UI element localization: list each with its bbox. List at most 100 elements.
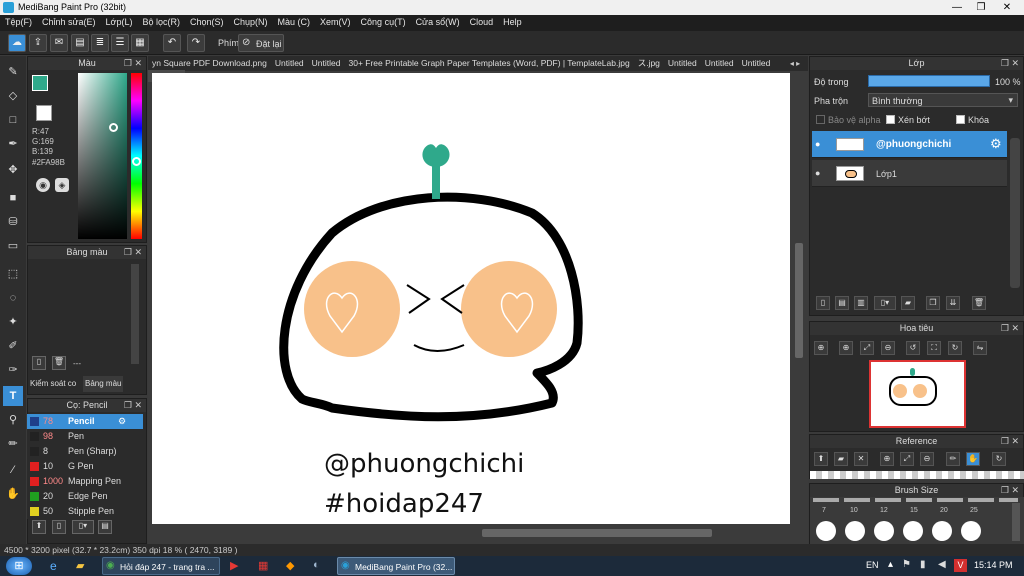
cloud-icon[interactable]: ☁ (8, 34, 26, 52)
menu-select[interactable]: Chọn(S) (185, 15, 229, 29)
ie-icon[interactable]: e (50, 559, 57, 573)
layer-scrollbar[interactable] (1010, 138, 1020, 288)
brush-size-option[interactable] (845, 521, 865, 541)
flag-icon[interactable]: ⚑ (902, 559, 911, 570)
palette-scrollbar[interactable] (131, 264, 139, 364)
list-icon[interactable]: ☰ (111, 34, 129, 52)
divide-tool-icon[interactable]: ⚲ (3, 410, 23, 430)
new-halftone-layer-icon[interactable]: ▤ (835, 296, 849, 310)
tab-doc-5[interactable]: ス.jpg (634, 56, 664, 70)
folder-icon[interactable]: ▰ (901, 296, 915, 310)
menu-edit[interactable]: Chỉnh sửa(E) (37, 15, 101, 29)
menu-help[interactable]: Help (498, 15, 527, 29)
zoom-out-icon[interactable]: ⊖ (881, 341, 895, 355)
menu-capture[interactable]: Chụp(N) (229, 15, 273, 29)
trash-icon[interactable]: 🗑 (972, 296, 986, 310)
gear-icon[interactable]: ⚙ (118, 414, 126, 429)
new-layer-icon[interactable]: ▯ (816, 296, 830, 310)
horizontal-scroll-thumb[interactable] (482, 529, 712, 537)
reference-open-icon[interactable]: ▰ (834, 452, 848, 466)
actual-size-icon[interactable]: ⛶ (927, 341, 941, 355)
new-brush-icon[interactable]: ▯ (52, 520, 66, 534)
document-icon[interactable]: ≣ (91, 34, 109, 52)
blend-select[interactable]: Bình thường ▾ (868, 93, 1018, 107)
brush-size-option[interactable] (816, 521, 836, 541)
horizontal-scrollbar[interactable] (152, 527, 790, 539)
grid-icon[interactable]: ▦ (131, 34, 149, 52)
hand-tool-icon[interactable]: ✋ (3, 484, 23, 504)
vertical-scroll-thumb[interactable] (795, 243, 803, 358)
navigator-preview[interactable] (869, 360, 966, 428)
tab-doc-1[interactable]: yn Square PDF Download.png (148, 57, 271, 69)
start-button[interactable]: ⊞ (6, 557, 32, 575)
fill-rect-tool-icon[interactable]: ■ (3, 188, 23, 208)
menu-window[interactable]: Cửa sổ(W) (411, 15, 465, 29)
select-eraser-tool-icon[interactable]: ✑ (3, 360, 23, 380)
menu-cloud[interactable]: Cloud (465, 15, 499, 29)
menu-view[interactable]: Xem(V) (315, 15, 356, 29)
primary-color-swatch[interactable] (32, 75, 48, 91)
brush-size-option[interactable] (932, 521, 952, 541)
color-picker-icon[interactable]: ◈ (55, 178, 69, 192)
rotate-right-icon[interactable]: ↻ (948, 341, 962, 355)
language-indicator[interactable]: EN (866, 560, 879, 570)
add-brush-icon[interactable]: ⬆ (32, 520, 46, 534)
bucket-tool-icon[interactable]: ⛁ (3, 212, 23, 232)
menu-color[interactable]: Màu (C) (273, 15, 316, 29)
brush-size-scrollbar[interactable] (1012, 503, 1020, 541)
pen-tool-icon[interactable]: ✒ (3, 134, 23, 154)
lasso-tool-icon[interactable]: ◌ (3, 288, 23, 308)
eye-icon[interactable]: ● (815, 168, 820, 178)
opacity-slider[interactable] (868, 75, 990, 87)
layer-item-lop1[interactable]: ● Lớp1 (812, 160, 1007, 187)
menu-file[interactable]: Tệp(F) (0, 15, 37, 29)
upload-icon[interactable]: ⇪ (29, 34, 47, 52)
select-tool-icon[interactable]: ⬚ (3, 264, 23, 284)
reference-eyedropper-icon[interactable]: ✏ (946, 452, 960, 466)
brush-item[interactable]: 98 Pen (27, 429, 143, 444)
eraser-tool-icon[interactable]: ◇ (3, 86, 23, 106)
menu-layer[interactable]: Lớp(L) (101, 15, 138, 29)
tab-doc-3[interactable]: Untitled (308, 57, 345, 69)
eye-icon[interactable]: ● (815, 139, 820, 149)
tab-doc-8[interactable]: Untitled (738, 57, 775, 69)
tab-doc-2[interactable]: Untitled (271, 57, 308, 69)
eyedropper-tool-icon[interactable]: ⁄ (3, 460, 23, 480)
clipping-checkbox[interactable] (886, 115, 895, 124)
brush-size-option[interactable] (874, 521, 894, 541)
store-icon[interactable]: ▦ (258, 559, 268, 572)
reference-zoom-in-icon[interactable]: ⊕ (880, 452, 894, 466)
tab-palette[interactable]: Bảng màu (83, 376, 123, 392)
reset-button[interactable]: ⊘ Đặt lại (238, 34, 284, 52)
minimize-button[interactable]: — (946, 1, 968, 14)
menu-filter[interactable]: Bộ lọc(R) (137, 15, 185, 29)
saturation-value-field[interactable] (78, 73, 127, 239)
merge-layer-icon[interactable]: ⇊ (946, 296, 960, 310)
hue-cursor[interactable] (132, 157, 141, 166)
vertical-scrollbar[interactable] (794, 73, 804, 524)
reference-add-icon[interactable]: ⬆ (814, 452, 828, 466)
comment-icon[interactable]: ✉ (50, 34, 68, 52)
undo-icon[interactable]: ↶ (163, 34, 181, 52)
tab-doc-4[interactable]: 30+ Free Printable Graph Paper Templates… (344, 57, 633, 69)
move-tool-icon[interactable]: ✥ (3, 160, 23, 180)
brush-item[interactable]: 10 G Pen (27, 459, 143, 474)
gradient-tool-icon[interactable]: ▭ (3, 236, 23, 256)
brush-menu-icon[interactable]: ▯▾ (72, 520, 94, 534)
brush-tool-icon[interactable]: ✎ (3, 62, 23, 82)
add-layer-menu-icon[interactable]: ▯▾ (874, 296, 896, 310)
tab-doc-6[interactable]: Untitled (664, 57, 701, 69)
select-pen-tool-icon[interactable]: ✐ (3, 336, 23, 356)
taskbar-medibang[interactable]: ◉ MediBang Paint Pro (32... (337, 557, 455, 575)
network-icon[interactable]: ▮ (920, 559, 926, 570)
rotate-left-icon[interactable]: ↺ (906, 341, 920, 355)
clock[interactable]: 15:14 PM (974, 560, 1013, 570)
brush-size-option[interactable] (961, 521, 981, 541)
brush-item[interactable]: 50 Stipple Pen (27, 504, 143, 519)
app-icon-orange[interactable]: ◆ (286, 559, 294, 572)
hue-slider[interactable] (131, 73, 142, 239)
tab-scroll-arrows[interactable]: ◂ ▸ (783, 56, 807, 71)
dropper-tool-icon[interactable]: ✏ (3, 434, 23, 454)
palette-name-field[interactable]: --- (73, 359, 81, 368)
tab-brush-control[interactable]: Kiểm soát co (28, 376, 83, 392)
